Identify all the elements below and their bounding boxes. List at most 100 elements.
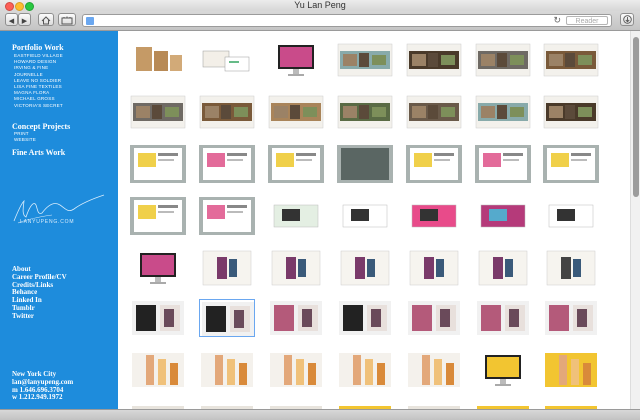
portfolio-thumbnail[interactable] <box>337 145 393 183</box>
nav-link[interactable]: About <box>12 265 31 273</box>
portfolio-thumbnail[interactable] <box>199 401 255 409</box>
portfolio-thumbnail[interactable] <box>406 401 462 409</box>
portfolio-thumbnail[interactable] <box>130 197 186 235</box>
portfolio-item[interactable]: LEAVE NO SOLDIER <box>14 78 61 84</box>
downloads-button[interactable] <box>620 13 634 26</box>
portfolio-thumbnail[interactable] <box>199 93 255 131</box>
portfolio-thumbnail[interactable] <box>130 299 186 337</box>
portfolio-thumbnail[interactable] <box>268 249 324 287</box>
portfolio-thumbnail[interactable] <box>130 41 186 79</box>
portfolio-thumbnail[interactable] <box>199 299 255 337</box>
portfolio-thumbnail[interactable] <box>130 93 186 131</box>
portfolio-thumbnail[interactable] <box>543 93 599 131</box>
portfolio-thumbnail[interactable] <box>199 197 255 235</box>
forward-button[interactable]: ▶ <box>18 13 31 26</box>
concept-heading[interactable]: Concept Projects <box>12 122 70 131</box>
portfolio-thumbnail[interactable] <box>337 249 393 287</box>
portfolio-thumbnail[interactable] <box>475 93 531 131</box>
nav-link[interactable]: Linked In <box>12 296 42 304</box>
portfolio-heading[interactable]: Portfolio Work <box>12 43 64 52</box>
minimize-window-icon[interactable] <box>15 2 24 11</box>
portfolio-thumbnail[interactable] <box>130 401 186 409</box>
home-button[interactable] <box>38 13 54 26</box>
portfolio-thumbnail[interactable] <box>543 41 599 79</box>
portfolio-thumbnail[interactable] <box>406 145 462 183</box>
portfolio-item[interactable]: EASTFIELD VILLAGE <box>14 53 63 59</box>
portfolio-thumbnail[interactable] <box>337 401 393 409</box>
concept-item[interactable]: PRINT <box>14 131 29 137</box>
portfolio-thumbnail[interactable] <box>543 145 599 183</box>
portfolio-thumbnail[interactable] <box>130 249 186 287</box>
portfolio-thumbnail[interactable] <box>337 299 393 337</box>
portfolio-thumbnail[interactable] <box>268 41 324 79</box>
portfolio-thumbnail[interactable] <box>406 249 462 287</box>
portfolio-thumbnail[interactable] <box>475 249 531 287</box>
nav-link[interactable]: Tumblr <box>12 304 35 312</box>
portfolio-thumbnail[interactable] <box>130 351 186 389</box>
scrollbar-thumb[interactable] <box>633 37 639 197</box>
portfolio-item[interactable]: HOWARD DESIGN <box>14 59 56 65</box>
portfolio-thumbnail[interactable] <box>543 351 599 389</box>
vertical-scrollbar[interactable] <box>630 31 640 409</box>
portfolio-thumbnail[interactable] <box>337 197 393 235</box>
home-icon <box>41 16 51 25</box>
forward-arrow-icon: ▶ <box>21 18 28 25</box>
portfolio-thumbnail[interactable] <box>406 197 462 235</box>
portfolio-thumbnail[interactable] <box>199 249 255 287</box>
portfolio-thumbnail[interactable] <box>337 41 393 79</box>
portfolio-thumbnail[interactable] <box>406 299 462 337</box>
portfolio-thumbnail[interactable] <box>543 197 599 235</box>
portfolio-item[interactable]: LISA FINE TEXTILES <box>14 84 62 90</box>
portfolio-thumbnail[interactable] <box>475 401 531 409</box>
portfolio-thumbnail[interactable] <box>475 299 531 337</box>
bookmarks-button[interactable] <box>58 13 76 26</box>
portfolio-thumbnail[interactable] <box>475 197 531 235</box>
portfolio-thumbnail[interactable] <box>268 145 324 183</box>
portfolio-thumbnail[interactable] <box>199 41 255 79</box>
nav-link[interactable]: Career Profile/CV <box>12 273 67 281</box>
portfolio-thumbnail[interactable] <box>268 299 324 337</box>
portfolio-item[interactable]: JOURNELLE <box>14 72 43 78</box>
portfolio-thumbnail[interactable] <box>475 41 531 79</box>
portfolio-thumbnail[interactable] <box>268 351 324 389</box>
portfolio-thumbnail[interactable] <box>406 41 462 79</box>
portfolio-item[interactable]: MAGNA FLORA <box>14 90 49 96</box>
nav-link[interactable]: Twitter <box>12 312 34 320</box>
portfolio-thumbnail[interactable] <box>199 145 255 183</box>
zoom-window-icon[interactable] <box>25 2 34 11</box>
portfolio-thumbnail[interactable] <box>475 351 531 389</box>
portfolio-thumbnail[interactable] <box>406 93 462 131</box>
nav-link[interactable]: Behance <box>12 288 37 296</box>
nav-link[interactable]: Credits/Links <box>12 281 53 289</box>
portfolio-item[interactable]: VICTORIA'S SECRET <box>14 103 63 109</box>
portfolio-item[interactable]: MICHAEL GROSS <box>14 96 55 102</box>
portfolio-thumbnail[interactable] <box>543 249 599 287</box>
bookmarks-icon <box>61 16 73 25</box>
back-arrow-icon: ◀ <box>8 18 15 25</box>
concept-item[interactable]: WEBSITE <box>14 137 36 143</box>
portfolio-thumbnail[interactable] <box>543 299 599 337</box>
site-favicon-icon <box>86 17 94 25</box>
site-sidebar: Portfolio Work EASTFIELD VILLAGE HOWARD D… <box>0 31 118 409</box>
portfolio-thumbnail[interactable] <box>337 93 393 131</box>
reader-button[interactable]: Reader <box>566 16 608 25</box>
portfolio-thumbnail[interactable] <box>268 197 324 235</box>
address-bar[interactable]: ↻ Reader <box>82 14 612 27</box>
portfolio-thumbnail[interactable] <box>543 401 599 409</box>
reload-icon[interactable]: ↻ <box>553 15 561 26</box>
portfolio-thumbnail[interactable] <box>337 351 393 389</box>
portfolio-thumbnail[interactable] <box>268 401 324 409</box>
close-window-icon[interactable] <box>5 2 14 11</box>
browser-toolbar: ◀ ▶ ↻ Reader <box>0 11 640 31</box>
portfolio-thumbnail[interactable] <box>199 351 255 389</box>
portfolio-thumbnail[interactable] <box>268 93 324 131</box>
window-titlebar: Yu Lan Peng <box>0 0 640 11</box>
portfolio-thumbnail[interactable] <box>475 145 531 183</box>
portfolio-item[interactable]: IRVING & FINE <box>14 65 48 71</box>
contact-line: m 1.646.696.3704 <box>12 385 64 394</box>
fine-arts-heading[interactable]: Fine Arts Work <box>12 148 65 157</box>
back-button[interactable]: ◀ <box>5 13 18 26</box>
portfolio-thumbnail[interactable] <box>130 145 186 183</box>
portfolio-thumbnail[interactable] <box>406 351 462 389</box>
logo-text: LANYUPENG.COM <box>20 219 75 225</box>
